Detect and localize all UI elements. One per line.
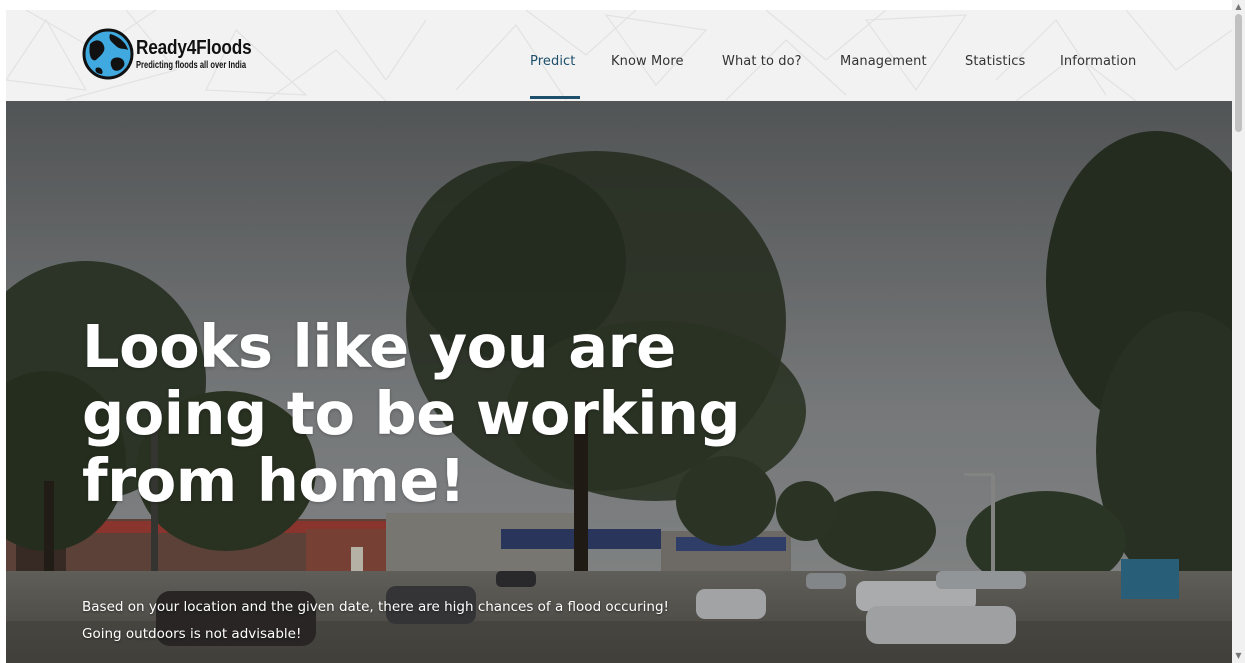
nav-item-information[interactable]: Information	[1060, 54, 1136, 69]
hero-message-line-2: Going outdoors is not advisable!	[82, 626, 302, 642]
nav-item-know-more[interactable]: Know More	[611, 54, 684, 69]
nav-active-indicator	[530, 96, 580, 99]
hero-message-line-1: Based on your location and the given dat…	[82, 599, 669, 615]
scrollbar-thumb[interactable]	[1235, 14, 1242, 132]
main-nav: Predict Know More What to do? Management…	[6, 10, 1232, 101]
hero-section: Looks like you are going to be working f…	[6, 101, 1232, 663]
nav-item-what-to-do[interactable]: What to do?	[722, 54, 802, 69]
page: Ready4Floods Predicting floods all over …	[0, 0, 1245, 663]
site-header: Ready4Floods Predicting floods all over …	[6, 10, 1232, 101]
nav-item-statistics[interactable]: Statistics	[965, 54, 1025, 69]
nav-item-management[interactable]: Management	[840, 54, 927, 69]
nav-item-predict[interactable]: Predict	[530, 54, 575, 69]
hero-title: Looks like you are going to be working f…	[82, 312, 741, 515]
page-scrollbar[interactable]: ▲ ▼	[1232, 0, 1245, 663]
scroll-down-arrow-icon[interactable]: ▼	[1232, 649, 1245, 663]
scroll-up-arrow-icon[interactable]: ▲	[1232, 0, 1245, 14]
